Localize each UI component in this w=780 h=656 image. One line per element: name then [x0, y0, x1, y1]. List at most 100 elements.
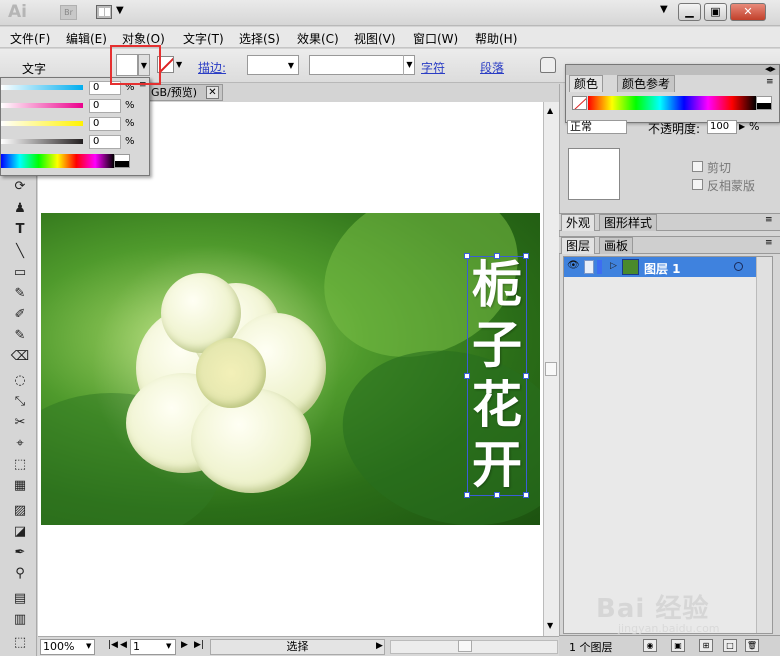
shape-builder-tool-icon[interactable]: ⬚ [10, 456, 30, 474]
rotate-tool-icon[interactable]: ◌ [10, 372, 30, 390]
next-artboard-button[interactable]: ▶ [181, 640, 188, 650]
blob-brush-tool-icon[interactable]: ✎ [10, 327, 30, 345]
status-menu-arrow[interactable]: ▶ [376, 641, 383, 651]
scale-tool-icon[interactable]: ⤡ [10, 393, 30, 411]
workspace-dropdown-caret[interactable]: ▼ [660, 4, 668, 15]
tab-layers[interactable]: 图层 [561, 237, 596, 254]
lasso-tool-icon[interactable]: ⟳ [10, 178, 30, 196]
close-window-button[interactable]: ✕ [730, 3, 766, 21]
bridge-button[interactable]: Br [60, 5, 77, 20]
artboard-tool-icon[interactable]: ⬚ [10, 634, 30, 652]
line-tool-icon[interactable]: ╲ [10, 243, 30, 261]
menu-type[interactable]: 文字(T) [183, 30, 224, 47]
black-white-swatch[interactable] [114, 154, 130, 168]
restore-button[interactable]: ▣ [704, 3, 727, 21]
horizontal-scroll-thumb[interactable] [458, 640, 472, 652]
layer-row[interactable]: 👁 ▷ 图层 1 [564, 257, 756, 277]
opacity-input[interactable]: 100 [707, 120, 737, 134]
magenta-slider[interactable] [1, 103, 83, 108]
collapse-icon[interactable]: ◀▶ [765, 65, 776, 73]
warp-tool-icon[interactable]: ✂ [10, 414, 30, 432]
tab-appearance[interactable]: 外观 [561, 214, 596, 231]
eyedropper-tool-icon[interactable]: ✒ [10, 544, 30, 562]
pencil-tool-icon[interactable]: ✐ [10, 306, 30, 324]
font-family-input[interactable] [309, 55, 415, 75]
resize-handle[interactable] [494, 253, 500, 259]
paragraph-panel-link[interactable]: 段落 [480, 59, 504, 76]
panel-menu-icon[interactable]: ≡ [766, 77, 774, 87]
color-spectrum-bar[interactable] [1, 154, 114, 168]
current-tool-status[interactable]: 选择 [210, 639, 385, 655]
arrange-dropdown-caret[interactable]: ▼ [116, 5, 124, 16]
menu-window[interactable]: 窗口(W) [413, 30, 458, 47]
clip-checkbox[interactable] [692, 161, 703, 172]
gradient-tool-icon[interactable]: ◪ [10, 523, 30, 541]
black-value-input[interactable]: 0 [89, 135, 121, 149]
tab-color-guide[interactable]: 颜色参考 [617, 75, 676, 92]
expand-triangle-icon[interactable]: ▷ [610, 261, 617, 271]
menu-file[interactable]: 文件(F) [10, 30, 50, 47]
resize-handle[interactable] [464, 492, 470, 498]
opacity-slider-arrow[interactable]: ▶ [739, 122, 745, 131]
menu-help[interactable]: 帮助(H) [475, 30, 517, 47]
color-spectrum-bar[interactable] [588, 96, 756, 110]
resize-handle[interactable] [464, 253, 470, 259]
layers-scrollbar[interactable] [756, 257, 772, 633]
cyan-slider[interactable] [1, 85, 83, 90]
horizontal-scrollbar[interactable] [390, 640, 558, 654]
resize-handle[interactable] [523, 373, 529, 379]
menu-effect[interactable]: 效果(C) [297, 30, 339, 47]
tab-graphic-styles[interactable]: 图形样式 [599, 214, 658, 231]
resize-handle[interactable] [464, 373, 470, 379]
menu-edit[interactable]: 编辑(E) [66, 30, 107, 47]
free-transform-tool-icon[interactable]: ⌖ [10, 435, 30, 453]
rectangle-tool-icon[interactable]: ▭ [10, 264, 30, 282]
tab-artboards[interactable]: 画板 [599, 237, 634, 254]
vertical-scroll-thumb[interactable] [545, 362, 557, 376]
resize-handle[interactable] [494, 492, 500, 498]
last-artboard-button[interactable]: ▶| [194, 640, 204, 650]
lock-toggle[interactable] [584, 260, 594, 274]
stroke-link[interactable]: 描边: [198, 59, 226, 76]
magenta-value-input[interactable]: 0 [89, 99, 121, 113]
zoom-dropdown-caret[interactable]: ▼ [86, 642, 91, 650]
invert-mask-checkbox[interactable] [692, 179, 703, 190]
close-document-icon[interactable]: ✕ [206, 86, 219, 99]
envelope-icon[interactable] [540, 57, 556, 73]
placed-photo-jasmine[interactable]: 栀 子 花 开 [41, 213, 540, 525]
resize-handle[interactable] [523, 253, 529, 259]
resize-handle[interactable] [523, 492, 529, 498]
stroke-dropdown-caret[interactable]: ▼ [176, 60, 182, 69]
paintbrush-tool-icon[interactable]: ✎ [10, 285, 30, 303]
panel-menu-icon[interactable]: ≡ [765, 238, 773, 248]
target-circle-icon[interactable] [734, 262, 743, 271]
none-color-swatch[interactable] [572, 96, 587, 110]
black-slider[interactable] [1, 139, 83, 144]
yellow-value-input[interactable]: 0 [89, 117, 121, 131]
visibility-eye-icon[interactable]: 👁 [567, 261, 580, 271]
type-tool-icon[interactable]: T [10, 221, 30, 239]
blend-mode-select[interactable]: 正常 [567, 120, 627, 134]
panel-menu-icon[interactable]: ≡ [765, 215, 773, 225]
panel-drag-bar[interactable] [566, 65, 779, 75]
layer-name[interactable]: 图层 1 [644, 260, 681, 277]
column-graph-tool-icon[interactable]: ▥ [10, 611, 30, 629]
pen-tool-icon[interactable]: ♟ [10, 200, 30, 218]
menu-view[interactable]: 视图(V) [354, 30, 396, 47]
arrange-documents-icon[interactable] [96, 5, 112, 19]
perspective-grid-tool-icon[interactable]: ▦ [10, 477, 30, 495]
scroll-up-arrow[interactable]: ▲ [547, 106, 553, 115]
character-panel-link[interactable]: 字符 [421, 59, 445, 76]
artboard-dropdown-caret[interactable]: ▼ [166, 642, 171, 650]
eraser-tool-icon[interactable]: ⌫ [10, 348, 30, 366]
first-artboard-button[interactable]: |◀ [108, 640, 118, 650]
previous-artboard-button[interactable]: ◀ [120, 640, 127, 650]
menu-select[interactable]: 选择(S) [239, 30, 280, 47]
yellow-slider[interactable] [1, 121, 83, 126]
scroll-down-arrow[interactable]: ▼ [547, 621, 553, 630]
stroke-weight-select[interactable]: ▼ [247, 55, 299, 75]
blend-tool-icon[interactable]: ⚲ [10, 565, 30, 583]
minimize-button[interactable]: ▁ [678, 3, 701, 21]
symbol-sprayer-tool-icon[interactable]: ▤ [10, 590, 30, 608]
mesh-tool-icon[interactable]: ▨ [10, 502, 30, 520]
